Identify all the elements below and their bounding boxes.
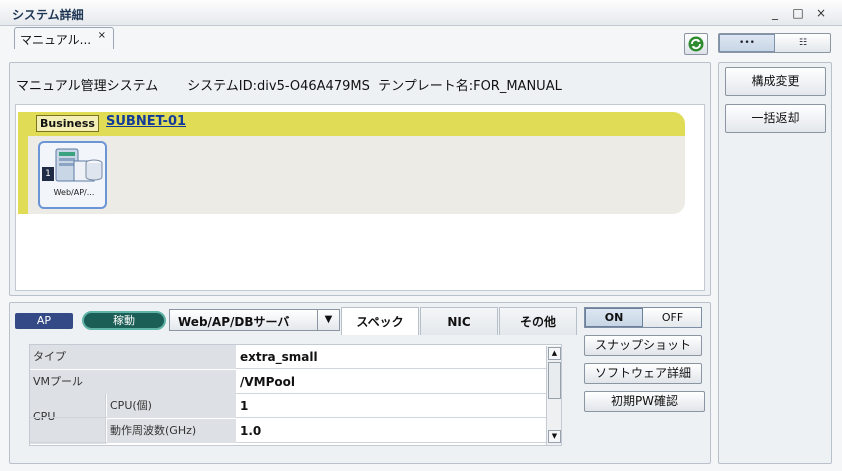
close-window-button[interactable]: × [810,3,832,23]
system-info-line: マニュアル管理システム システムID:div5-O46A479MS テンプレート… [16,75,562,94]
window-titlebar [0,0,842,26]
system-name: マニュアル管理システム [16,79,159,94]
row-label: VMプール [30,370,236,394]
scroll-thumb[interactable] [548,362,561,399]
row-value: extra_small [240,350,318,364]
server-select-value: Web/AP/DBサーバ [178,315,290,329]
system-id: システムID:div5-O46A479MS [187,79,370,94]
power-off-button[interactable]: OFF [644,308,701,327]
table-row: VMプール /VMPool [30,370,546,394]
configuration-change-button[interactable]: 構成変更 [725,67,826,96]
icon-view-toggle[interactable]: ••• [719,34,775,52]
tab-close-icon[interactable]: × [98,30,106,41]
scroll-up-icon[interactable]: ▲ [548,347,561,360]
bulk-return-button[interactable]: 一括返却 [725,104,826,133]
tab-spec[interactable]: スペック [341,307,419,335]
server-label: Web/AP/... [53,188,95,197]
table-scrollbar[interactable]: ▲ ▼ [546,346,561,445]
tab-nic[interactable]: NIC [420,307,498,335]
window-title: システム詳細 [12,8,84,22]
chevron-down-icon[interactable]: ▼ [317,310,339,330]
server-count-badge: 1 [42,167,54,181]
server-icon [55,148,103,182]
minimize-button[interactable]: _ [764,3,786,23]
network-tag-business: Business [36,115,99,132]
subnet-left-band [18,112,28,214]
tab-manual-system[interactable]: マニュアル... × [14,27,114,49]
row-label: タイプ [30,345,236,369]
row-value: 1.0 [240,424,262,438]
view-switch: ••• ☷ [718,33,831,53]
role-badge: AP [15,313,73,329]
software-details-button[interactable]: ソフトウェア詳細 [584,363,702,384]
power-on-button[interactable]: ON [585,308,643,327]
subnet-link[interactable]: SUBNET-01 [106,114,186,129]
tab-label: マニュアル... [20,33,92,47]
refresh-button[interactable] [684,33,708,55]
maximize-button[interactable]: □ [787,3,809,23]
row-label: CPU(個) [107,394,236,418]
server-select[interactable]: Web/AP/DBサーバ ▼ [169,309,340,331]
row-value: 1 [240,399,249,413]
scroll-down-icon[interactable]: ▼ [548,430,561,443]
list-view-toggle[interactable]: ☷ [775,34,831,52]
row-label: 動作周波数(GHz) [107,419,236,443]
template-name: テンプレート名:FOR_MANUAL [378,79,562,94]
row-value: /VMPool [240,375,296,389]
spec-table: タイプ extra_small VMプール /VMPool CPU CPU(個)… [29,344,562,446]
refresh-icon [688,36,704,52]
table-row: 動作周波数(GHz) 1.0 [30,419,546,443]
snapshot-button[interactable]: スナップショット [584,335,702,356]
table-row: タイプ extra_small [30,345,546,369]
status-pill: 稼動 [82,311,166,330]
tab-other[interactable]: その他 [499,307,577,335]
power-toggle: ON OFF [584,307,702,328]
table-row: CPU(個) 1 [30,394,546,418]
initial-password-button[interactable]: 初期PW確認 [584,391,705,412]
